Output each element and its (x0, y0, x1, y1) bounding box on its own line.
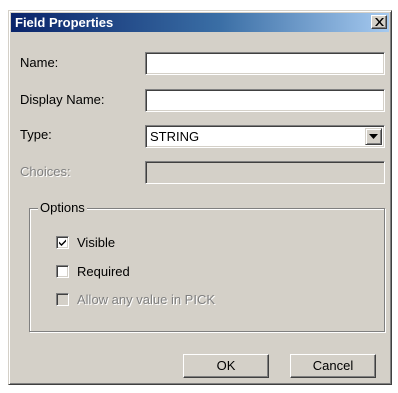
display-name-label: Display Name: (20, 92, 105, 107)
chevron-down-icon (369, 134, 378, 139)
ok-button[interactable]: OK (183, 354, 269, 378)
checkmark-icon (59, 239, 66, 246)
options-legend: Options (38, 200, 87, 215)
required-checkbox[interactable] (56, 265, 69, 278)
display-name-input[interactable] (145, 89, 385, 112)
window-title: Field Properties (15, 15, 114, 30)
allow-any-value-checkbox[interactable] (56, 293, 69, 306)
type-select[interactable]: STRING (145, 125, 385, 148)
cancel-button[interactable]: Cancel (290, 354, 376, 378)
required-label: Required (77, 264, 130, 279)
type-selected-value: STRING (150, 129, 200, 144)
options-groupbox: Options Visible Required Allow any value… (29, 200, 385, 332)
choices-input[interactable] (145, 161, 385, 184)
name-input[interactable] (145, 52, 385, 75)
visible-label: Visible (77, 235, 116, 250)
title-bar[interactable]: Field Properties (11, 13, 389, 32)
allow-any-value-label: Allow any value in PICK (77, 292, 216, 307)
name-label: Name: (20, 55, 59, 70)
type-dropdown-button[interactable] (365, 128, 382, 145)
close-icon (375, 18, 384, 26)
choices-label: Choices: (20, 164, 71, 179)
type-label: Type: (20, 127, 52, 142)
close-button[interactable] (371, 15, 387, 29)
field-properties-dialog: Field Properties Name: Display Name: Typ… (8, 10, 392, 385)
visible-checkbox[interactable] (56, 236, 69, 249)
